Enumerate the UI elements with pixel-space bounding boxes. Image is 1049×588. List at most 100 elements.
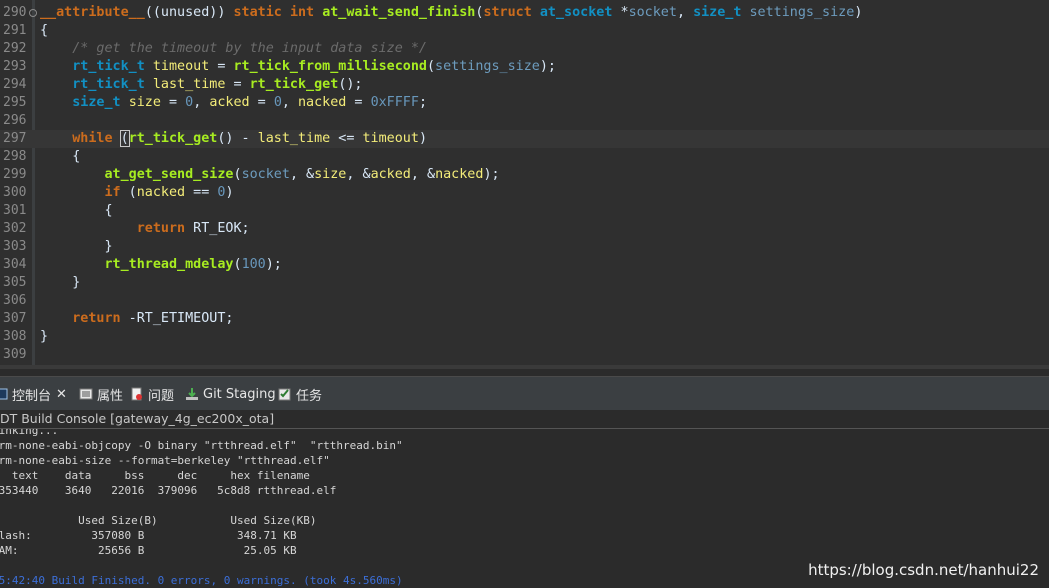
code-line[interactable]: 291 { bbox=[0, 22, 1049, 40]
code-text: __attribute__((unused)) static int at_wa… bbox=[40, 4, 862, 22]
code-line[interactable]: 304 rt_thread_mdelay(100); bbox=[0, 256, 1049, 274]
code-line[interactable]: 296 bbox=[0, 112, 1049, 130]
code-token: rt_tick_t bbox=[72, 77, 145, 92]
code-text: rt_thread_mdelay(100); bbox=[40, 256, 282, 274]
line-number: 295 bbox=[3, 95, 27, 110]
line-number: 297 bbox=[3, 131, 27, 146]
code-line[interactable]: 308} bbox=[0, 328, 1049, 346]
code-text: rt_tick_t timeout = rt_tick_from_millise… bbox=[40, 58, 556, 76]
tab-properties-label: 属性 bbox=[97, 388, 124, 404]
code-token: { bbox=[40, 149, 81, 164]
code-text: { bbox=[40, 22, 48, 40]
tab-git-staging[interactable]: Git Staging bbox=[185, 383, 276, 405]
code-editor[interactable]: 290 __attribute__((unused)) static int at… bbox=[0, 0, 1049, 369]
code-token: , bbox=[676, 5, 694, 20]
code-token: = bbox=[209, 59, 234, 74]
code-line[interactable]: 300 if (nacked == 0) bbox=[0, 184, 1049, 202]
code-line[interactable]: 301 { bbox=[0, 202, 1049, 220]
line-number: 300 bbox=[3, 185, 27, 200]
code-token: RT_EOK; bbox=[185, 221, 250, 236]
code-token: rt_tick_get bbox=[128, 131, 218, 146]
code-token: == bbox=[185, 185, 218, 200]
tab-console[interactable]: 控制台 ✕ bbox=[0, 383, 67, 405]
code-line[interactable]: 298 { bbox=[0, 148, 1049, 166]
code-line[interactable]: 292 /* get the timeout by the input data… bbox=[0, 40, 1049, 58]
code-token: ( bbox=[119, 130, 130, 147]
code-token: nacked bbox=[136, 185, 186, 200]
code-token: 100 bbox=[241, 257, 266, 272]
code-token: nacked bbox=[298, 95, 347, 110]
line-number: 299 bbox=[3, 167, 27, 182]
code-token: rt_thread_mdelay bbox=[104, 257, 234, 272]
code-token: , & bbox=[289, 167, 315, 182]
build-finished-line: 15:42:40 Build Finished. 0 errors, 0 war… bbox=[0, 574, 403, 587]
code-token: = bbox=[249, 95, 274, 110]
tab-tasks[interactable]: 任务 bbox=[278, 383, 322, 405]
line-number: 304 bbox=[3, 257, 27, 272]
code-line[interactable]: 290 __attribute__((unused)) static int at… bbox=[0, 4, 1049, 22]
close-icon[interactable]: ✕ bbox=[56, 387, 67, 402]
code-line[interactable]: 307 return -RT_ETIMEOUT; bbox=[0, 310, 1049, 328]
tab-properties[interactable]: 属性 bbox=[79, 383, 123, 405]
code-token: socket bbox=[241, 167, 290, 182]
code-token: ); bbox=[539, 59, 556, 74]
code-text: rt_tick_t last_time = rt_tick_get(); bbox=[40, 76, 362, 94]
code-token: at_socket bbox=[539, 5, 613, 20]
code-text: } bbox=[40, 274, 80, 292]
code-token: , & bbox=[410, 167, 436, 182]
line-number: 292 bbox=[3, 41, 27, 56]
line-number: 302 bbox=[3, 221, 27, 236]
code-token: last_time bbox=[257, 131, 331, 146]
code-line[interactable]: 309 bbox=[0, 346, 1049, 364]
console-icon bbox=[0, 387, 8, 401]
view-tab-bar: 控制台 ✕ 属性 问题 Git Staging 任务 bbox=[0, 376, 1049, 411]
code-token: <= bbox=[330, 131, 363, 146]
code-token: rt_tick_t bbox=[72, 59, 145, 74]
console-title: DT Build Console [gateway_4g_ec200x_ota] bbox=[0, 411, 275, 426]
code-token: size bbox=[128, 95, 161, 110]
line-number: 296 bbox=[3, 113, 27, 128]
code-token: = bbox=[160, 95, 186, 110]
code-line[interactable]: 306 bbox=[0, 292, 1049, 310]
build-console-output[interactable]: Linking... arm-none-eabi-objcopy -O binar… bbox=[0, 429, 1049, 588]
line-number: 308 bbox=[3, 329, 27, 344]
tab-problems[interactable]: 问题 bbox=[130, 383, 174, 405]
console-line: text data bss dec hex filename bbox=[0, 469, 310, 482]
tab-git-staging-label: Git Staging bbox=[203, 386, 276, 402]
code-line[interactable]: 302 return RT_EOK; bbox=[0, 220, 1049, 238]
code-line[interactable]: 303 } bbox=[0, 238, 1049, 256]
code-line[interactable]: 293 rt_tick_t timeout = rt_tick_from_mil… bbox=[0, 58, 1049, 76]
code-line[interactable]: 305 } bbox=[0, 274, 1049, 292]
code-line[interactable]: 295 size_t size = 0, acked = 0, nacked =… bbox=[0, 94, 1049, 112]
line-number: 298 bbox=[3, 149, 27, 164]
code-line[interactable]: 299 at_get_send_size(socket, &size, &ack… bbox=[0, 166, 1049, 184]
code-text: { bbox=[40, 148, 80, 166]
code-token: size bbox=[314, 167, 347, 182]
console-line: Used Size(B) Used Size(KB) bbox=[0, 514, 317, 527]
code-line[interactable]: 297 while (rt_tick_get() - last_time <= … bbox=[0, 130, 1049, 148]
fold-marker-icon[interactable] bbox=[29, 9, 37, 17]
code-token: ( bbox=[120, 185, 137, 200]
code-text: return -RT_ETIMEOUT; bbox=[40, 310, 233, 328]
code-line[interactable]: 294 rt_tick_t last_time = rt_tick_get(); bbox=[0, 76, 1049, 94]
tab-problems-label: 问题 bbox=[148, 388, 175, 404]
code-token: ); bbox=[483, 167, 500, 182]
code-token: settings_size bbox=[749, 5, 855, 20]
code-text: /* get the timeout by the input data siz… bbox=[40, 40, 427, 58]
code-token: at_wait_send_finish bbox=[322, 5, 476, 20]
properties-icon bbox=[79, 387, 93, 401]
code-token: settings_size bbox=[435, 59, 540, 74]
console-line: 353440 3640 22016 379096 5c8d8 rtthread.… bbox=[0, 484, 337, 497]
code-token: rt_tick_from_millisecond bbox=[233, 59, 427, 74]
code-token: } bbox=[40, 239, 113, 254]
code-token: int bbox=[289, 5, 315, 20]
